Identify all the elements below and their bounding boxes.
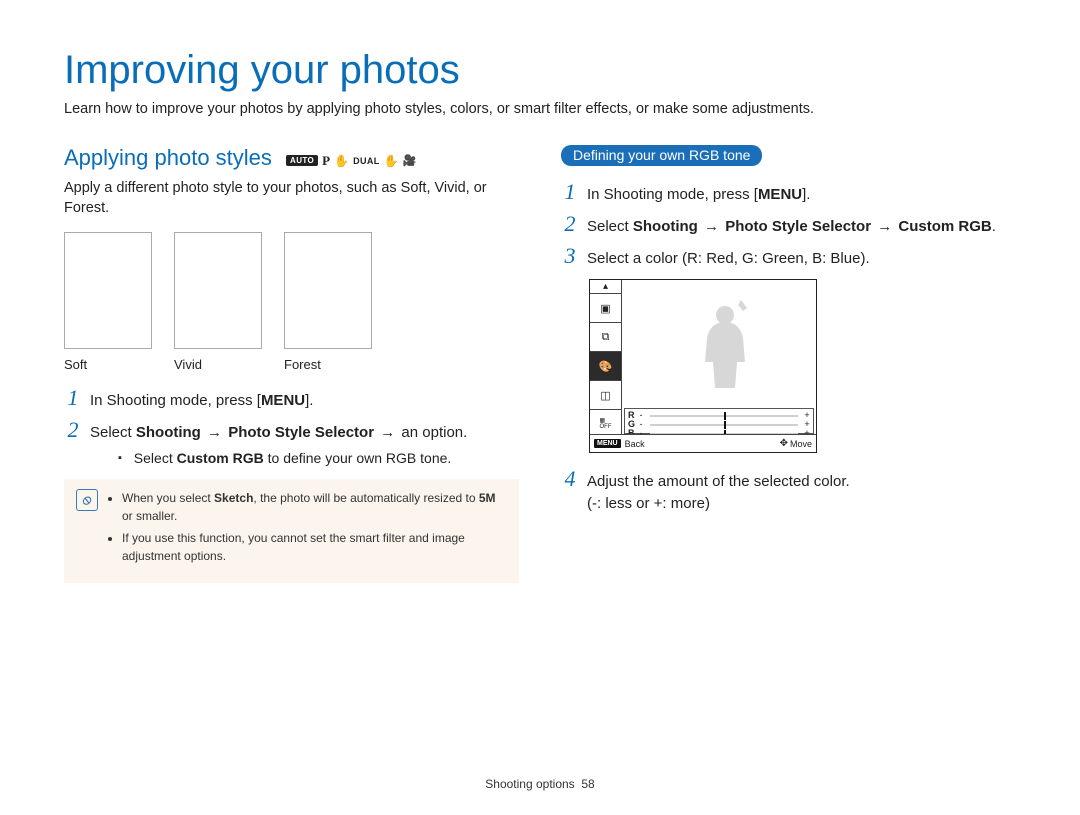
t: ]. xyxy=(305,392,313,409)
step-number: 2 xyxy=(561,213,579,235)
arrow-icon: → xyxy=(207,424,222,441)
preview-silhouette xyxy=(695,300,755,388)
page-intro: Learn how to improve your photos by appl… xyxy=(64,101,1016,117)
step-2: 2 Select Shooting → Photo Style Selector… xyxy=(64,422,519,469)
subheading-rgb: Defining your own RGB tone xyxy=(561,145,762,166)
mode-hand-icon: ✋ xyxy=(334,154,349,168)
subheading-text: Applying photo styles xyxy=(64,145,272,170)
t: , the photo will be automatically resize… xyxy=(253,491,478,505)
step-1: 1 In Shooting mode, press [MENU]. xyxy=(561,184,1016,206)
t: In Shooting mode, press [ xyxy=(587,186,758,203)
t: Adjust the amount of the selected color. xyxy=(587,473,850,490)
mode-auto-icon: AUTO xyxy=(286,155,318,166)
t: an option. xyxy=(401,424,467,441)
step-3: 3 Select a color (R: Red, G: Green, B: B… xyxy=(561,248,1016,270)
t: In Shooting mode, press [ xyxy=(90,392,261,409)
thumb-forest: Forest xyxy=(284,232,372,372)
t: ]. xyxy=(802,186,810,203)
slider-bar[interactable] xyxy=(650,415,798,417)
t: Sketch xyxy=(214,491,253,505)
footer: Shooting options 58 xyxy=(0,777,1080,791)
step-text: In Shooting mode, press [MENU]. xyxy=(587,184,810,206)
side-icon-sketch[interactable]: ◫ xyxy=(590,381,621,410)
thumb-label: Vivid xyxy=(174,357,262,372)
t: (-: less or +: more) xyxy=(587,495,710,512)
page-title: Improving your photos xyxy=(64,48,1016,93)
back-label: Back xyxy=(625,439,645,449)
mode-icons: AUTO P ✋ DUAL ✋ 🎥 xyxy=(286,153,416,169)
t: to define your own RGB tone. xyxy=(264,450,452,466)
move-label: Move xyxy=(790,439,812,449)
menu-icon: MENU xyxy=(594,439,621,448)
step-text: Select Shooting → Photo Style Selector →… xyxy=(90,422,467,469)
thumb-box xyxy=(174,232,262,349)
sidebar: ▴ ▣ ⧉ 🎨 ◫ ▦OFF ▾ xyxy=(590,280,622,452)
t: 5M xyxy=(479,491,496,505)
bullet-item: Select Custom RGB to define your own RGB… xyxy=(118,448,467,469)
mode-hand2-icon: ✋ xyxy=(384,154,399,168)
nav-arrows-icon: ✥ xyxy=(780,438,786,449)
thumb-soft: Soft xyxy=(64,232,152,372)
arrow-icon: → xyxy=(704,218,719,235)
rgb-row-r[interactable]: R - + xyxy=(628,411,810,420)
footer-section: Shooting options xyxy=(485,777,574,791)
t: Select xyxy=(90,424,136,441)
side-up-icon[interactable]: ▴ xyxy=(590,280,621,294)
left-body: Apply a different photo style to your ph… xyxy=(64,179,519,218)
note-icon: ⦸ xyxy=(76,489,98,511)
t: Select xyxy=(134,450,177,466)
side-icon-film[interactable]: ⧉ xyxy=(590,323,621,352)
t: OFF xyxy=(600,424,612,430)
mode-p-icon: P xyxy=(322,153,330,169)
step-1: 1 In Shooting mode, press [MENU]. xyxy=(64,390,519,412)
t: When you select xyxy=(122,491,214,505)
step-text: In Shooting mode, press [MENU]. xyxy=(90,390,313,412)
step-number: 1 xyxy=(64,387,82,409)
step-4: 4 Adjust the amount of the selected colo… xyxy=(561,471,1016,515)
t: Photo Style Selector xyxy=(228,424,374,441)
step-number: 4 xyxy=(561,468,579,490)
t: Shooting xyxy=(136,424,201,441)
t: Shooting xyxy=(633,218,698,235)
menu-label: MENU xyxy=(758,186,802,203)
note-box: ⦸ When you select Sketch, the photo will… xyxy=(64,479,519,583)
t: Custom RGB xyxy=(177,450,264,466)
step-text: Select a color (R: Red, G: Green, B: Blu… xyxy=(587,248,870,270)
arrow-icon: → xyxy=(877,218,892,235)
rgb-sliders[interactable]: R - + G - + B - xyxy=(624,408,814,434)
arrow-icon: → xyxy=(380,424,395,441)
thumb-box xyxy=(64,232,152,349)
note-item: When you select Sketch, the photo will b… xyxy=(122,489,507,525)
mode-movie-icon: 🎥 xyxy=(403,154,417,167)
menu-label: MENU xyxy=(261,392,305,409)
step-number: 1 xyxy=(561,181,579,203)
camera-screen: ▴ ▣ ⧉ 🎨 ◫ ▦OFF ▾ xyxy=(589,279,817,453)
step-number: 2 xyxy=(64,419,82,441)
footer-page: 58 xyxy=(581,777,594,791)
thumbnail-row: Soft Vivid Forest xyxy=(64,232,519,372)
side-icon-photo[interactable]: ▣ xyxy=(590,294,621,323)
slider-bar[interactable] xyxy=(650,424,798,426)
step-text: Select Shooting → Photo Style Selector →… xyxy=(587,216,996,238)
screen-bottom-bar: MENU Back ✥ Move xyxy=(590,434,816,452)
t: or smaller. xyxy=(122,509,177,523)
step-2: 2 Select Shooting → Photo Style Selector… xyxy=(561,216,1016,238)
mode-dual-icon: DUAL xyxy=(353,156,380,166)
side-icon-palette[interactable]: 🎨 xyxy=(590,352,621,381)
bullet-list: Select Custom RGB to define your own RGB… xyxy=(118,448,467,469)
thumb-vivid: Vivid xyxy=(174,232,262,372)
step-text: Adjust the amount of the selected color.… xyxy=(587,471,850,515)
thumb-label: Soft xyxy=(64,357,152,372)
thumb-label: Forest xyxy=(284,357,372,372)
thumb-box xyxy=(284,232,372,349)
t: Select xyxy=(587,218,633,235)
step-number: 3 xyxy=(561,245,579,267)
rgb-row-g[interactable]: G - + xyxy=(628,420,810,429)
t: Photo Style Selector xyxy=(725,218,871,235)
note-item: If you use this function, you cannot set… xyxy=(122,529,507,565)
t: Custom RGB xyxy=(898,218,991,235)
subheading-applying: Applying photo styles AUTO P ✋ DUAL ✋ 🎥 xyxy=(64,145,519,171)
